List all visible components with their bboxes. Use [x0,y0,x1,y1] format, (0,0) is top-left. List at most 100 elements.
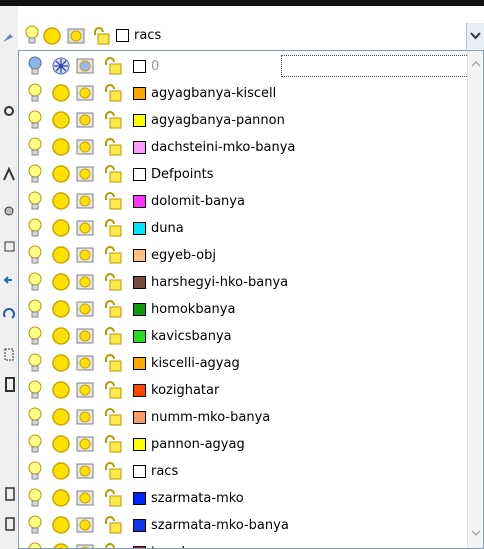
sun-icon[interactable] [51,272,71,292]
sun-icon[interactable] [51,326,71,346]
lightbulb-icon[interactable] [27,83,43,105]
lightbulb-icon[interactable] [27,299,43,321]
padlock-icon[interactable] [101,326,125,346]
toolbar-tool-icon[interactable] [0,202,16,218]
viewport-sun-icon[interactable] [75,380,95,400]
padlock-icon[interactable] [101,110,125,130]
lightbulb-icon[interactable] [27,272,43,294]
sun-icon[interactable] [51,380,71,400]
lightbulb-icon[interactable] [27,461,43,483]
viewport-sun-icon[interactable] [75,299,95,319]
lightbulb-icon[interactable] [27,110,43,132]
padlock-icon[interactable] [101,245,125,265]
toolbar-tool-icon[interactable] [0,306,16,322]
padlock-icon[interactable] [101,272,125,292]
viewport-sun-icon[interactable] [75,272,95,292]
lightbulb-icon[interactable] [27,407,43,429]
sun-icon[interactable] [51,110,71,130]
toolbar-tool-icon[interactable] [0,486,16,502]
toolbar-tool-icon[interactable] [0,102,16,118]
lightbulb-icon[interactable] [27,380,43,402]
viewport-sun-icon[interactable] [75,191,95,211]
lightbulb-icon[interactable] [27,326,43,348]
padlock-icon[interactable] [101,83,125,103]
toolbar-tool-icon[interactable] [0,166,16,182]
layer-row[interactable]: kiscelli-agyag [19,350,469,377]
sun-icon[interactable] [51,83,71,103]
layer-row[interactable]: kavicsbanya [19,323,469,350]
layer-row[interactable]: szarmata-mko [19,485,469,512]
viewport-sun-icon[interactable] [75,434,95,454]
lightbulb-icon[interactable] [27,542,43,549]
viewport-sun-icon[interactable] [75,542,95,549]
layer-row[interactable]: dolomit-banya [19,188,469,215]
lightbulb-icon[interactable] [27,353,43,375]
layer-combobox[interactable]: racs [18,21,484,51]
viewport-sun-icon[interactable] [75,353,95,373]
viewport-sun-icon[interactable] [75,515,95,535]
sun-icon[interactable] [51,218,71,238]
sun-icon[interactable] [51,299,71,319]
sun-icon[interactable] [51,164,71,184]
lightbulb-icon[interactable] [27,191,43,213]
layer-row[interactable]: homokbanya [19,296,469,323]
viewport-sun-icon[interactable] [75,245,95,265]
viewport-sun-icon[interactable] [75,488,95,508]
lightbulb-icon[interactable] [27,245,43,267]
toolbar-tool-icon[interactable] [0,30,16,46]
viewport-sun-icon[interactable] [75,56,95,76]
padlock-icon[interactable] [101,434,125,454]
layer-row[interactable]: Defpoints [19,161,469,188]
vertical-scrollbar[interactable] [467,51,483,548]
viewport-sun-icon[interactable] [75,137,95,157]
lightbulb-icon[interactable] [27,56,43,78]
lightbulb-icon[interactable] [27,164,43,186]
toolbar-tool-icon[interactable] [0,238,16,254]
padlock-icon[interactable] [101,218,125,238]
viewport-sun-icon[interactable] [75,461,95,481]
layer-row[interactable]: pannon-agyag [19,431,469,458]
padlock-icon[interactable] [101,353,125,373]
scroll-up-icon[interactable] [469,57,483,71]
padlock-icon[interactable] [101,488,125,508]
padlock-icon[interactable] [101,164,125,184]
layer-row[interactable]: trav-banya [19,539,469,549]
layer-row[interactable]: szarmata-mko-banya [19,512,469,539]
viewport-sun-icon[interactable] [75,326,95,346]
sun-icon[interactable] [51,515,71,535]
padlock-icon[interactable] [101,407,125,427]
padlock-icon[interactable] [101,56,125,76]
lightbulb-icon[interactable] [27,515,43,537]
combo-dropdown-button[interactable] [466,23,484,49]
layer-row[interactable]: racs [19,458,469,485]
layer-row[interactable]: 0 [19,53,471,80]
layer-row[interactable]: duna [19,215,469,242]
sun-icon[interactable] [51,245,71,265]
padlock-icon[interactable] [101,191,125,211]
sun-icon[interactable] [51,434,71,454]
sun-icon[interactable] [51,542,71,549]
toolbar-tool-icon[interactable] [0,346,16,362]
padlock-icon[interactable] [101,542,125,549]
padlock-icon[interactable] [101,137,125,157]
sun-icon[interactable] [51,191,71,211]
padlock-icon[interactable] [101,380,125,400]
layer-row[interactable]: kozighatar [19,377,469,404]
viewport-sun-icon[interactable] [75,83,95,103]
padlock-icon[interactable] [101,461,125,481]
layer-dropdown-list[interactable]: 0 agyagbanya-kiscell agyagbanya-pannon d… [18,50,484,549]
viewport-sun-icon[interactable] [75,407,95,427]
layer-row[interactable]: egyeb-obj [19,242,469,269]
snowflake-icon[interactable] [51,56,71,76]
layer-row[interactable]: numm-mko-banya [19,404,469,431]
viewport-sun-icon[interactable] [75,164,95,184]
lightbulb-icon[interactable] [27,218,43,240]
scroll-down-icon[interactable] [469,526,483,540]
sun-icon[interactable] [51,488,71,508]
sun-icon[interactable] [51,461,71,481]
toolbar-tool-icon[interactable] [0,516,16,532]
lightbulb-icon[interactable] [27,137,43,159]
padlock-icon[interactable] [101,515,125,535]
sun-icon[interactable] [51,137,71,157]
toolbar-tool-icon[interactable] [0,272,16,288]
